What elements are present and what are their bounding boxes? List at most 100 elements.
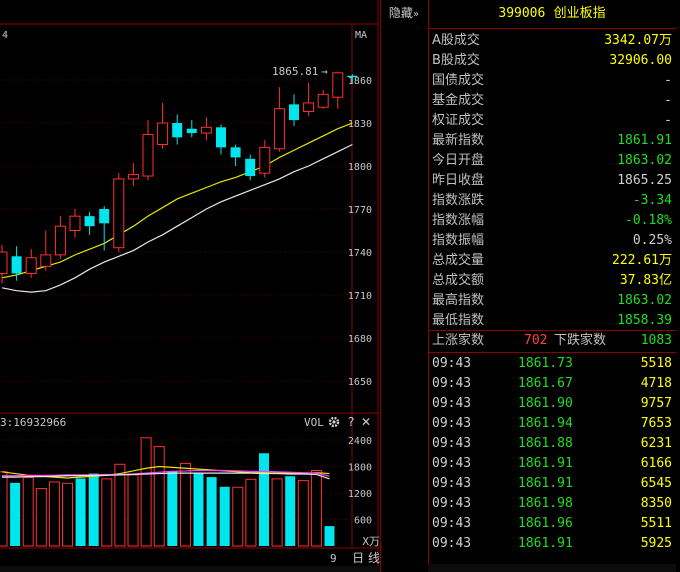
tick-volume: 5925 (640, 536, 672, 551)
tick-price: 1861.94 (518, 416, 573, 431)
volume-tick-label: 2400 (348, 436, 372, 447)
volume-bar-up (35, 488, 47, 547)
tick-row: 09:43 1861.94 7653 (428, 414, 676, 434)
tick-time: 09:43 (432, 496, 472, 511)
candle-body-up (54, 225, 66, 256)
ma-label[interactable]: MA (355, 30, 367, 41)
down-count-value: 1083 (640, 333, 672, 348)
volume-average-lines (1, 465, 330, 480)
candlesticks (0, 71, 358, 284)
candle-body-up (303, 102, 315, 113)
high-marker: 1865.81 → (272, 65, 328, 78)
tick-price: 1861.90 (518, 396, 573, 411)
volume-bar-up (179, 462, 191, 547)
candle-body-up (259, 146, 271, 174)
ma-white-line (1, 143, 353, 293)
panel-tab-strip[interactable] (428, 564, 676, 572)
stat-row: B股成交 32906.00 (428, 51, 676, 71)
stat-label: 最低指数 (432, 313, 485, 328)
volume-bar-down (285, 476, 296, 546)
candle-body-down (347, 75, 358, 78)
volume-bar-up (22, 477, 34, 547)
hide-label: 隐藏 (388, 6, 413, 20)
stat-label: 总成交量 (432, 253, 485, 268)
tick-row: 09:43 1861.90 9757 (428, 394, 676, 414)
stat-row: 最新指数 1861.91 (428, 131, 676, 151)
stat-row: 国债成交 - (428, 71, 676, 91)
stat-value: 0.25% (632, 233, 672, 248)
stat-label: 指数涨幅 (432, 213, 485, 228)
volume-bar-up (271, 478, 283, 547)
volume-bar-down (193, 473, 204, 546)
tick-price: 1861.98 (518, 496, 573, 511)
price-tick-label: 1680 (348, 334, 372, 345)
volume-bar-down (219, 486, 230, 546)
stat-label: 最高指数 (432, 293, 485, 308)
volume-bar-down (259, 453, 269, 546)
index-title: 399006 创业板指 (428, 4, 676, 24)
volume-bar-up (140, 437, 152, 547)
candle-body-down (11, 256, 22, 274)
candle-body-down (230, 147, 241, 158)
stat-value: - (664, 73, 672, 88)
stat-label: 国债成交 (432, 73, 485, 88)
index-name: 创业板指 (553, 6, 606, 21)
tick-time: 09:43 (432, 376, 472, 391)
volume-bar-up (48, 481, 60, 547)
tick-time: 09:43 (432, 416, 472, 431)
tick-row: 09:43 1861.73 5518 (428, 354, 676, 374)
bottom-tab-strip[interactable] (0, 566, 380, 572)
candle-body-down (216, 127, 226, 148)
volume-bar-down (206, 477, 217, 546)
tick-volume: 6231 (640, 436, 672, 451)
question-icon[interactable]: ? (348, 415, 354, 429)
stat-label: 指数涨跌 (432, 193, 485, 208)
tick-price: 1861.73 (518, 356, 573, 371)
breadth-divider-bottom (428, 352, 676, 353)
stat-value: 1865.25 (617, 173, 672, 188)
gear-icon[interactable] (328, 416, 340, 428)
tick-row: 09:43 1861.88 6231 (428, 434, 676, 454)
volume-label: VOL (304, 416, 324, 429)
tick-row: 09:43 1861.67 4718 (428, 374, 676, 394)
kline-chart[interactable]: 4 MA 1860 1830 1800 1770 1740 1710 1680 1650 18… (0, 0, 380, 572)
stat-row: 指数涨幅 -0.18% (428, 211, 676, 231)
stat-value: 32906.00 (609, 53, 672, 68)
stat-row: 昨日收盘 1865.25 (428, 171, 676, 191)
volume-unit: X万 (362, 535, 380, 548)
candle-body-down (245, 158, 256, 177)
tick-time: 09:43 (432, 436, 472, 451)
stat-label: 权证成交 (432, 113, 485, 128)
stat-label: 今日开盘 (432, 153, 485, 168)
volume-bar-up (297, 480, 309, 547)
stat-label: 最新指数 (432, 133, 485, 148)
tick-price: 1861.96 (518, 516, 573, 531)
last-period-label: 9 (330, 552, 337, 565)
volume-bar-up (310, 469, 322, 547)
candle-body-down (84, 216, 95, 227)
volume-bar-up (153, 446, 165, 547)
tick-time: 09:43 (432, 476, 472, 491)
stat-value: 222.61万 (612, 253, 672, 268)
tick-volume: 6545 (640, 476, 672, 491)
tick-volume: 7653 (640, 416, 672, 431)
tick-price: 1861.91 (518, 536, 573, 551)
day-line-button[interactable]: 日 线 (352, 551, 380, 565)
candle-body-up (0, 251, 8, 274)
tick-price: 1861.88 (518, 436, 573, 451)
hide-button[interactable]: 隐藏» (381, 4, 427, 22)
candle-body-up (157, 122, 169, 145)
volume-tick-label: 600 (354, 516, 372, 527)
tick-volume: 5511 (640, 516, 672, 531)
candle-body-down (186, 128, 197, 134)
high-marker-value: 1865.81 (272, 65, 318, 78)
tick-volume: 8350 (640, 496, 672, 511)
price-tick-label: 1710 (348, 291, 372, 302)
volume-bar-up (127, 474, 139, 547)
tick-row: 09:43 1861.96 5511 (428, 514, 676, 534)
candle-body-up (332, 72, 344, 98)
tick-row: 09:43 1861.91 5925 (428, 534, 676, 554)
candle-body-up (200, 126, 212, 134)
candle-body-down (172, 123, 183, 138)
close-icon[interactable]: ✕ (361, 415, 371, 429)
